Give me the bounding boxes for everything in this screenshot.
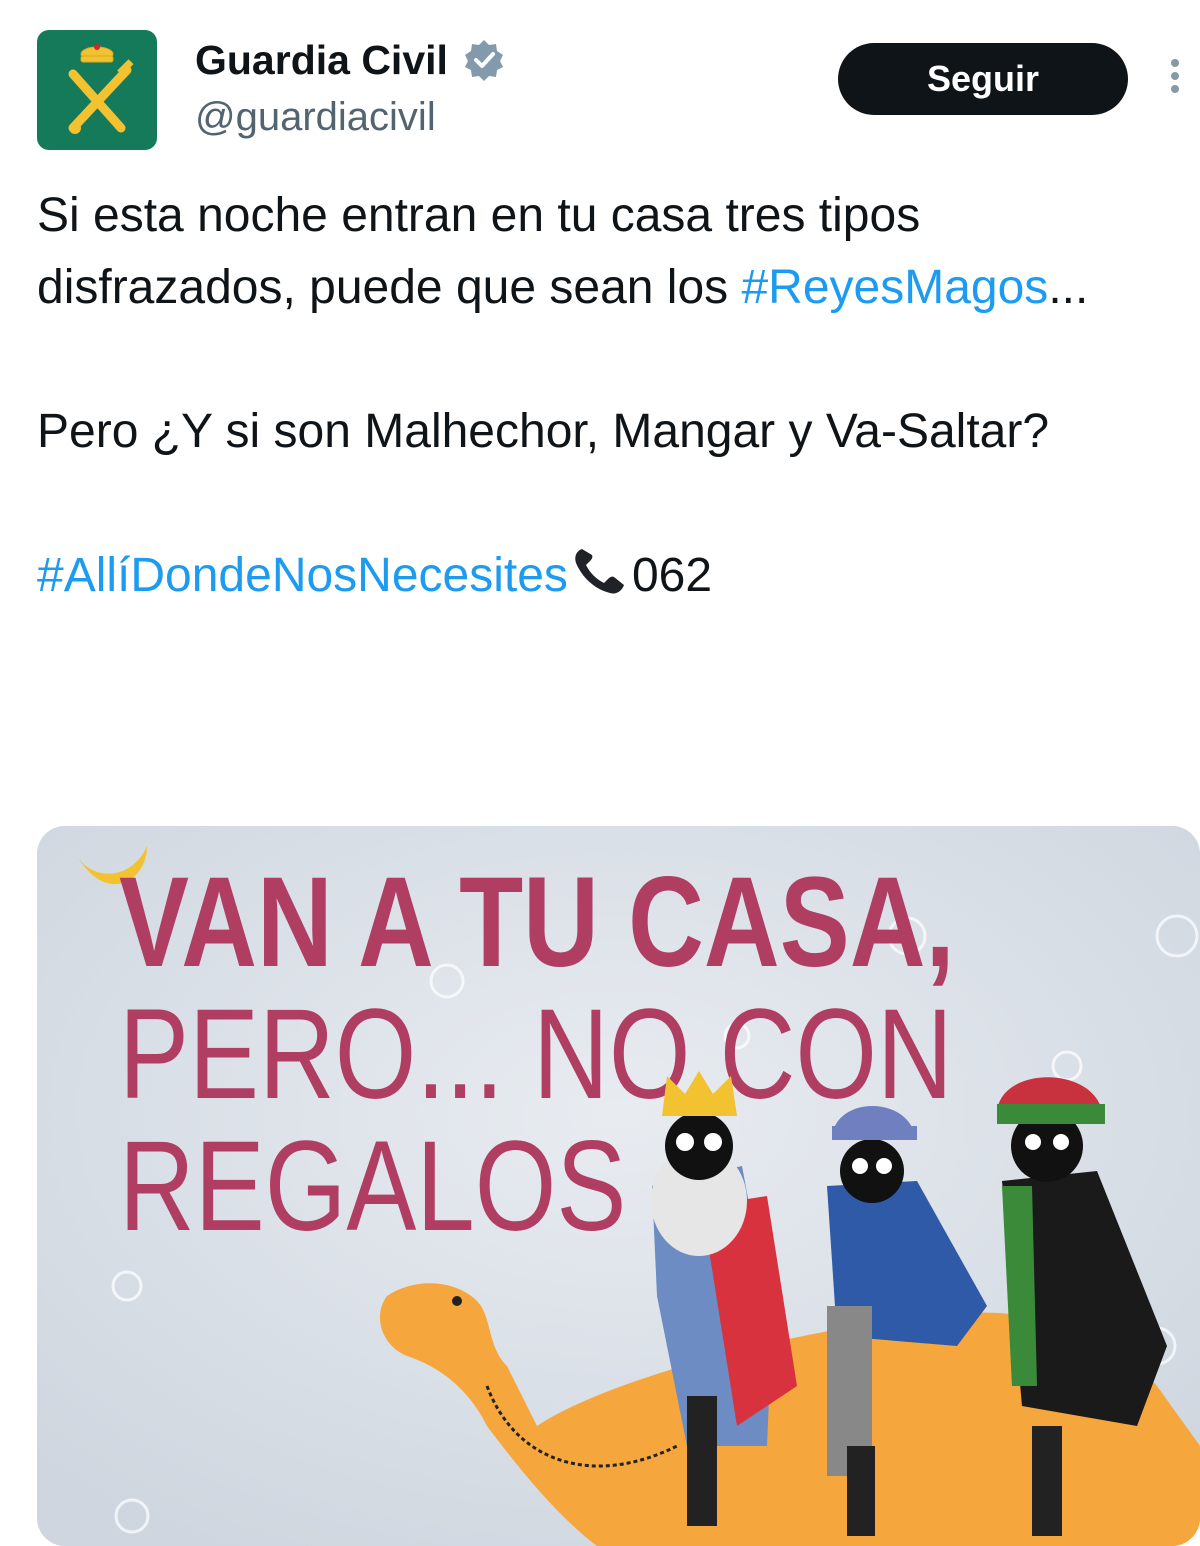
hashtag-alli-donde-nos-necesites[interactable]: #AllíDondeNosNecesites bbox=[37, 549, 568, 602]
tweet-paragraph-3: #AllíDondeNosNecesites 062 bbox=[37, 540, 1167, 612]
poster-line-3: REGALOS bbox=[119, 1114, 626, 1257]
poster-line-1: VAN A TU CASA, bbox=[119, 850, 955, 993]
phone-number: 062 bbox=[631, 549, 713, 602]
author-row: Guardia Civil bbox=[195, 34, 506, 86]
tweet-text-ellipsis: ... bbox=[1048, 261, 1089, 314]
follow-button[interactable]: Seguir bbox=[838, 43, 1128, 115]
more-vertical-icon[interactable] bbox=[1162, 54, 1188, 102]
tweet-media-image[interactable]: VAN A TU CASA, PERO... NO CON REGALOS bbox=[37, 826, 1200, 1546]
tweet-paragraph-2: Pero ¿Y si son Malhechor, Mangar y Va-Sa… bbox=[37, 405, 1050, 458]
author-name[interactable]: Guardia Civil bbox=[195, 34, 448, 86]
tweet-text: Si esta noche entran en tu casa tres tip… bbox=[37, 180, 1167, 612]
author-handle[interactable]: @guardiacivil bbox=[195, 92, 436, 142]
tweet-paragraph-1: Si esta noche entran en tu casa tres tip… bbox=[37, 180, 1167, 324]
poster-line-2: PERO... NO CON bbox=[119, 982, 953, 1125]
telephone-icon bbox=[575, 549, 624, 594]
avatar[interactable] bbox=[37, 30, 157, 150]
hashtag-reyes-magos[interactable]: #ReyesMagos bbox=[741, 261, 1048, 314]
guardia-civil-emblem-icon bbox=[68, 44, 134, 134]
verified-badge-icon bbox=[464, 40, 503, 81]
poster-illustration: VAN A TU CASA, PERO... NO CON REGALOS bbox=[37, 826, 1200, 1546]
